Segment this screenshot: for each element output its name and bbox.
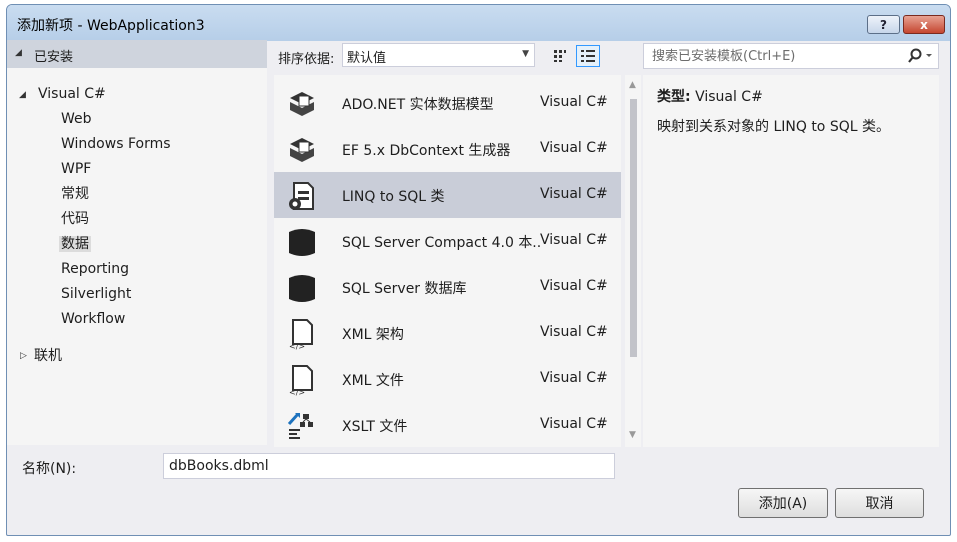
sort-label: 排序依据:	[278, 52, 335, 67]
item-name: XSLT 文件	[342, 419, 408, 435]
installed-label: 已安装	[34, 50, 74, 65]
collapse-arrow-icon: ◢	[15, 48, 22, 58]
tree-item-reporting[interactable]: Reporting	[61, 258, 129, 280]
sort-value: 默认值	[347, 51, 387, 66]
cancel-button[interactable]: 取消	[835, 488, 924, 518]
linq-to-sql-icon	[286, 180, 318, 212]
item-name: SQL Server 数据库	[342, 281, 467, 297]
list-item-selected[interactable]: LINQ to SQL 类 Visual C#	[274, 172, 621, 218]
search-icon[interactable]	[906, 48, 932, 68]
item-language: Visual C#	[540, 278, 608, 294]
template-list: ADO.NET 实体数据模型 Visual C# EF 5.x DbContex…	[274, 75, 621, 447]
xml-file-icon: </>	[286, 364, 318, 397]
item-name: ADO.NET 实体数据模型	[342, 97, 494, 113]
list-item[interactable]: ADO.NET 实体数据模型 Visual C#	[274, 80, 621, 126]
item-language: Visual C#	[540, 324, 608, 340]
tree-item-workflow[interactable]: Workflow	[61, 308, 125, 330]
list-item[interactable]: </> XML 架构 Visual C#	[274, 310, 621, 356]
template-description: 映射到关系对象的 LINQ to SQL 类。	[657, 119, 890, 135]
tree-item-general[interactable]: 常规	[61, 183, 89, 205]
list-scrollbar[interactable]: ▲ ▼	[625, 75, 641, 447]
svg-text:</>: </>	[289, 388, 305, 396]
item-name: EF 5.x DbContext 生成器	[342, 143, 511, 159]
template-search[interactable]	[643, 43, 939, 69]
list-item[interactable]: SQL Server Compact 4.0 本... Visual C#	[274, 218, 621, 264]
tree-item-web[interactable]: Web	[61, 108, 92, 130]
item-language: Visual C#	[540, 232, 608, 248]
type-info: 类型: Visual C#	[657, 86, 763, 106]
installed-header[interactable]: ◢ 已安装	[7, 40, 267, 68]
title-bar: 添加新项 - WebApplication3 ? x	[7, 5, 950, 41]
small-icons-view-button[interactable]	[548, 45, 572, 67]
list-item[interactable]: XSLT 文件 Visual C#	[274, 402, 621, 447]
database-icon	[286, 272, 318, 304]
list-item[interactable]: </> XML 文件 Visual C#	[274, 356, 621, 402]
sort-toolbar: 排序依据: 默认值 ▼	[274, 40, 604, 68]
item-language: Visual C#	[540, 416, 608, 432]
type-value: Visual C#	[695, 89, 763, 105]
category-pane: ◢ 已安装 ◢ Visual C# Web Windows Forms WPF …	[7, 40, 267, 445]
close-button[interactable]: x	[903, 15, 945, 34]
item-name: XML 文件	[342, 373, 404, 389]
list-item[interactable]: SQL Server 数据库 Visual C#	[274, 264, 621, 310]
grid-view-icon	[554, 50, 566, 62]
dbcontext-generator-icon	[286, 134, 318, 166]
database-icon	[286, 226, 318, 258]
window-title: 添加新项 - WebApplication3	[17, 18, 205, 34]
item-language: Visual C#	[540, 370, 608, 386]
type-label: 类型:	[657, 89, 691, 105]
tree-item-data[interactable]: 数据	[59, 233, 91, 255]
scroll-down-icon[interactable]: ▼	[629, 430, 636, 440]
collapsed-arrow-icon[interactable]: ▷	[20, 351, 27, 361]
name-field[interactable]	[163, 453, 615, 479]
item-language: Visual C#	[540, 140, 608, 156]
tree-item-silverlight[interactable]: Silverlight	[61, 283, 131, 305]
entity-model-icon	[286, 88, 318, 120]
item-name: XML 架构	[342, 327, 404, 343]
item-name: LINQ to SQL 类	[342, 189, 445, 205]
list-item[interactable]: EF 5.x DbContext 生成器 Visual C#	[274, 126, 621, 172]
scrollbar-thumb[interactable]	[630, 99, 637, 357]
chevron-down-icon: ▼	[522, 49, 529, 59]
tree-item-windows-forms[interactable]: Windows Forms	[61, 133, 171, 155]
xml-file-icon: </>	[286, 318, 318, 351]
tree-item-wpf[interactable]: WPF	[61, 158, 91, 180]
name-label: 名称(N):	[22, 461, 77, 477]
tree-item-visual-csharp[interactable]: Visual C#	[38, 83, 106, 105]
add-button[interactable]: 添加(A)	[738, 488, 828, 518]
tree-item-code[interactable]: 代码	[61, 208, 89, 230]
item-name: SQL Server Compact 4.0 本...	[342, 235, 540, 251]
item-language: Visual C#	[540, 94, 608, 110]
help-button[interactable]: ?	[867, 15, 900, 34]
svg-text:</>: </>	[289, 342, 305, 350]
list-view-icon	[581, 50, 595, 62]
tree-item-online[interactable]: 联机	[34, 345, 62, 367]
list-view-button[interactable]	[576, 45, 600, 67]
scroll-up-icon[interactable]: ▲	[629, 80, 636, 90]
xslt-file-icon	[286, 410, 318, 442]
expand-arrow-icon[interactable]: ◢	[19, 90, 26, 100]
item-language: Visual C#	[540, 186, 608, 202]
details-pane: 类型: Visual C# 映射到关系对象的 LINQ to SQL 类。	[643, 75, 939, 447]
sort-dropdown[interactable]: 默认值 ▼	[342, 43, 535, 67]
search-input[interactable]	[644, 44, 894, 68]
